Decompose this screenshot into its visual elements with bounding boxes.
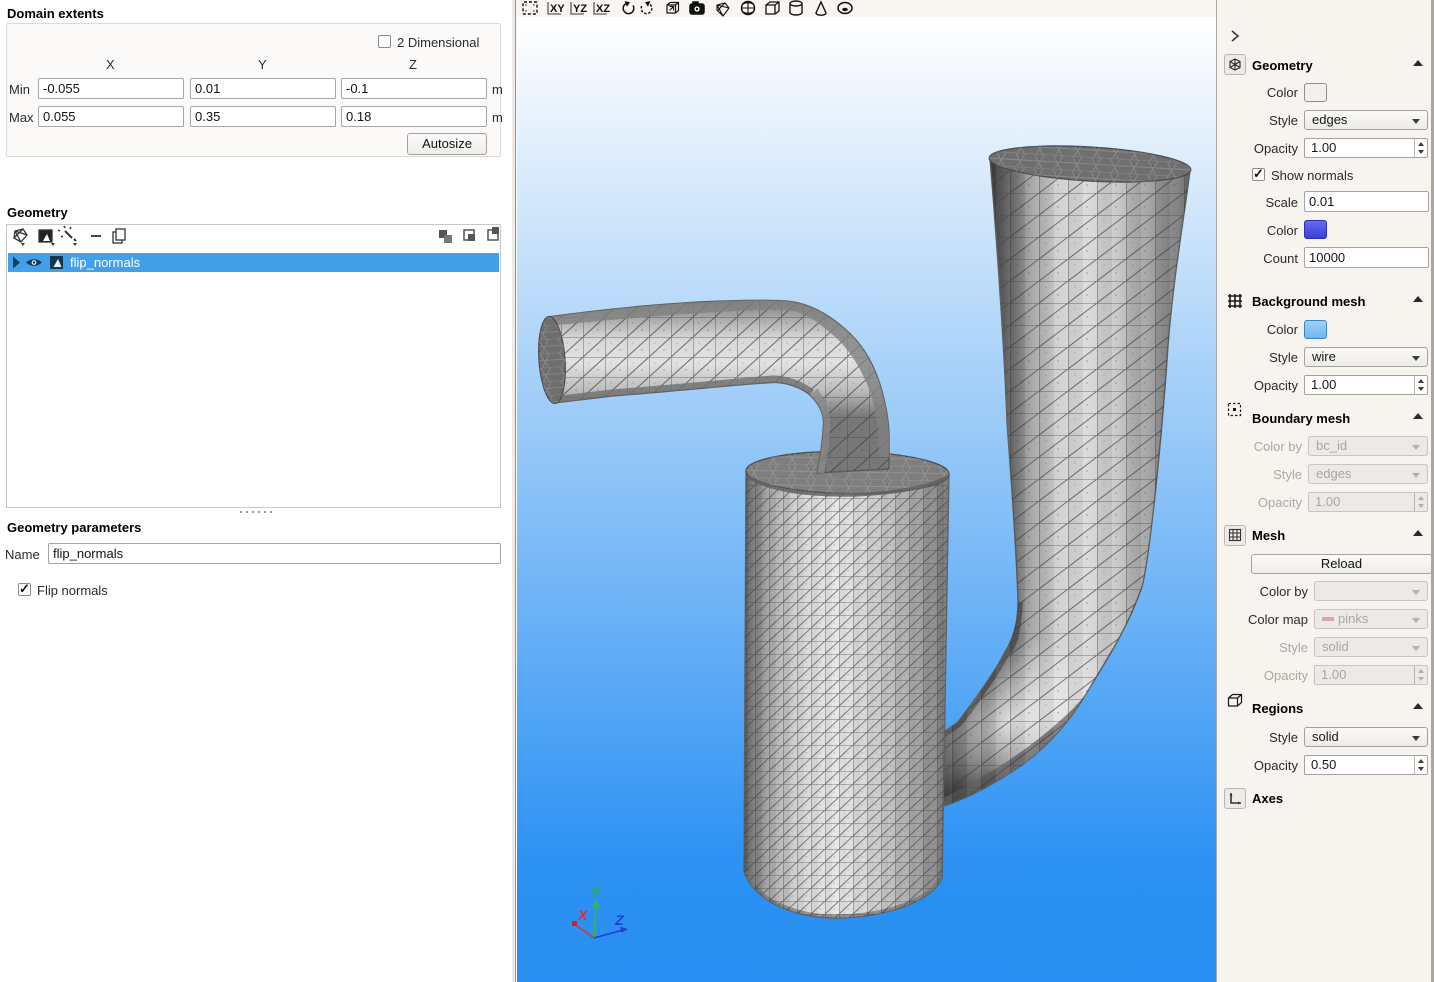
svg-text:XY: XY [550,3,565,15]
svg-text:XZ: XZ [596,3,610,15]
svg-text:X: X [577,907,589,923]
svg-text:Z: Z [614,912,624,928]
svg-text:YZ: YZ [573,3,587,15]
